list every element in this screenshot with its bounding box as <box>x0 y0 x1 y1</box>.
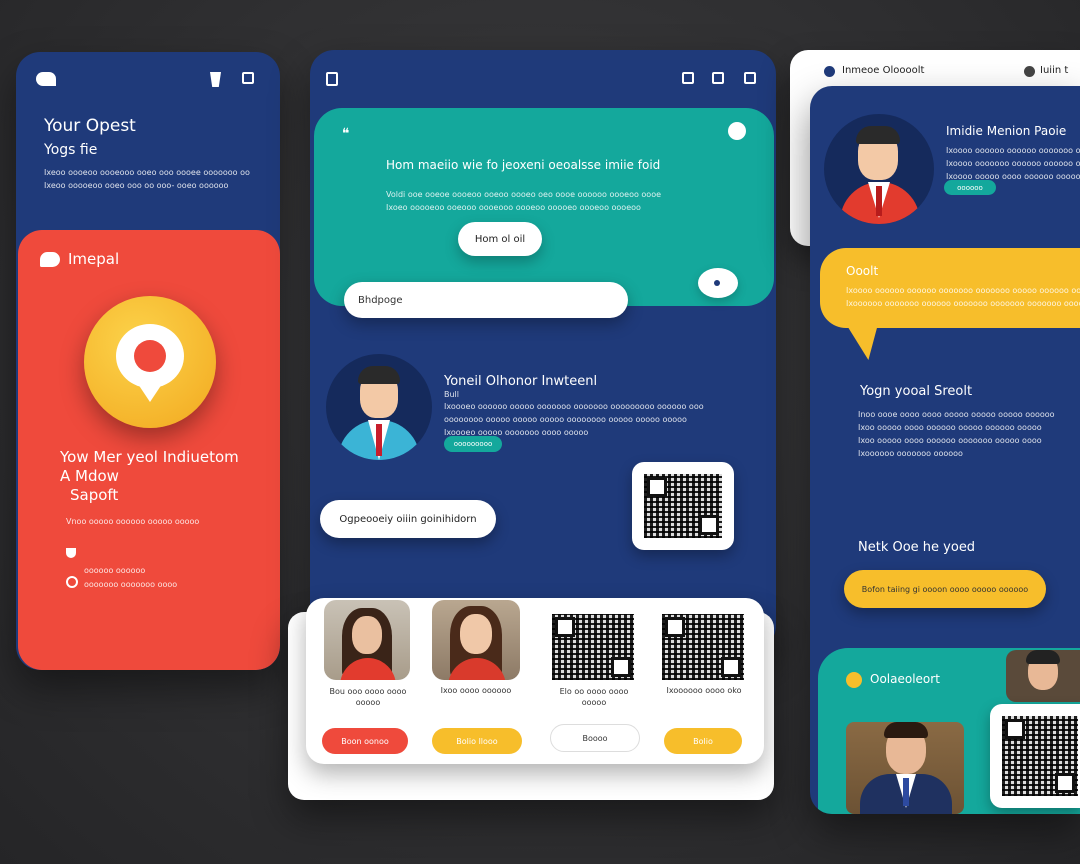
top-label: Inmeoe Oloooolt <box>842 65 925 76</box>
caption-1: Bou ooo oooo oooo ooooo <box>329 687 407 707</box>
status-dot-icon <box>824 66 835 77</box>
teal-heading: Hom maeiio wie fo jeoxeni oeoalsse imiie… <box>386 158 661 172</box>
action-button-3[interactable]: Boooo <box>550 724 640 752</box>
qr-tile[interactable] <box>990 704 1080 808</box>
yellow-title: Ooolt <box>846 264 879 278</box>
heart-icon <box>66 548 76 558</box>
cta-button[interactable]: Bofon taiing gi oooon oooo ooooo oooooo <box>844 570 1046 608</box>
location-pin-icon <box>84 296 216 428</box>
qr-code-icon <box>1002 716 1078 796</box>
section-title: Yogn yooal Sreolt <box>860 384 973 399</box>
bottom-panel: Bou ooo oooo oooo ooooo Ixoo oooo oooooo… <box>306 598 764 764</box>
status-dot-icon <box>846 672 862 688</box>
status-dot-icon <box>1024 66 1035 77</box>
search-placeholder: Bhdpoge <box>358 294 403 306</box>
red-description: Vnoo ooooo oooooo ooooo ooooo <box>66 517 200 526</box>
left-description: Ixeoo oooeoo oooeooo ooeo ooo oooee oooo… <box>44 168 250 190</box>
yellow-description: Ixoooo oooooo oooooo ooooooo ooooooo ooo… <box>846 286 1080 308</box>
bookmark-icon[interactable] <box>712 72 724 84</box>
search-input[interactable]: Bhdpoge <box>344 282 628 318</box>
share-icon[interactable] <box>682 72 694 84</box>
left-title: Your Opest Yogs fie <box>44 116 136 158</box>
yellow-bubble: Ooolt Ixoooo oooooo oooooo ooooooo ooooo… <box>820 248 1080 328</box>
menu-icon[interactable] <box>744 72 756 84</box>
photo-man-large[interactable] <box>846 722 964 814</box>
teal-section: Oolaeoleort <box>818 648 1080 814</box>
list-item-1: oooooo oooooo <box>84 566 146 575</box>
bubble-tail <box>846 324 878 360</box>
profile-avatar <box>824 114 934 224</box>
quote-icon: ❝ <box>342 126 350 142</box>
logo-icon <box>36 72 56 86</box>
section-description: Inoo oooe oooo oooo ooooo ooooo ooooo oo… <box>858 410 1055 458</box>
caption-2: Ixoo oooo oooooo <box>440 686 512 695</box>
profile-description: Ixoooeo oooooo ooooo ooooooo ooooooo ooo… <box>444 402 704 437</box>
red-section-title: Imepal <box>68 250 120 268</box>
chat-icon <box>40 252 60 267</box>
action-button-4[interactable]: Bolio <box>664 728 742 754</box>
back-icon[interactable] <box>326 72 338 86</box>
photo-1[interactable] <box>324 600 410 680</box>
cta-title: Netk Ooe he yoed <box>858 540 976 555</box>
profile-name: Yoneil Olhonor Inwteenl <box>444 374 598 389</box>
photo-2[interactable] <box>432 600 520 680</box>
teal-button[interactable]: Hom ol oil <box>458 222 542 256</box>
action-button-1[interactable]: Boon oonoo <box>322 728 408 754</box>
teal-label: Oolaeoleort <box>870 672 940 686</box>
profile-avatar <box>326 354 432 460</box>
qr-code-icon[interactable] <box>662 614 744 680</box>
red-headline: Yow Mer yeol Indiuetom A Mdow Sapoft <box>60 448 239 504</box>
caption-4: Ixoooooo oooo oko <box>666 686 742 695</box>
profile-name: Imidie Menion Paoie <box>946 124 1067 138</box>
qr-code-icon[interactable] <box>552 614 634 680</box>
right-card: Imidie Menion Paoie Ixoooo oooooo oooooo… <box>810 86 1080 814</box>
qr-tile[interactable] <box>632 462 734 550</box>
pin-small-icon <box>66 576 78 588</box>
status-dot-icon <box>728 122 746 140</box>
action-button-2[interactable]: Bolio llooo <box>432 728 522 754</box>
profile-tag[interactable]: ooooooooo <box>444 436 502 452</box>
teal-description: Voldi ooe ooeoe oooeoo ooeoo oooeo oeo o… <box>386 190 662 212</box>
profile-tag[interactable]: oooooo <box>944 180 996 195</box>
menu-icon[interactable] <box>242 72 254 84</box>
middle-card: ❝ Hom maeiio wie fo jeoxeni oeoalsse imi… <box>310 50 776 650</box>
list-item-2: ooooooo ooooooo oooo <box>84 580 178 589</box>
left-card: Your Opest Yogs fie Ixeoo oooeoo oooeooo… <box>16 52 280 670</box>
cup-icon[interactable] <box>210 72 221 87</box>
caption-3: Elo oo oooo oooo ooooo <box>559 687 629 707</box>
top-label-right: Iuiin t <box>1040 65 1069 76</box>
photo-man-small[interactable] <box>1006 650 1080 702</box>
info-pill[interactable]: Ogpeooeiy oiiin goinihidorn <box>320 500 496 538</box>
speech-bubble-icon <box>698 268 738 298</box>
profile-description: Ixoooo oooooo oooooo ooooooo ooooo Ixooo… <box>946 146 1080 181</box>
qr-code-icon <box>644 474 722 538</box>
red-section: Imepal Yow Mer yeol Indiuetom A Mdow Sap… <box>18 230 280 670</box>
